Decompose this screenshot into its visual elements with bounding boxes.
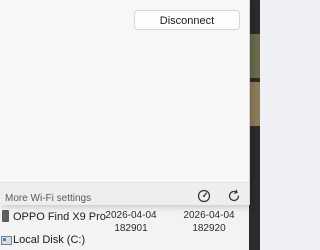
device-label: Local Disk (C:) [13, 234, 86, 246]
speedometer-icon[interactable] [196, 188, 212, 204]
date-text: 2026-04-04 [183, 210, 235, 221]
desktop-background [249, 0, 260, 250]
date-text: 2026-04-04 [105, 210, 157, 221]
device-row-oppo[interactable]: OPPO Find X9 Pro 2026-04-04 182901 2026-… [0, 208, 249, 234]
flyout-footer: More Wi-Fi settings [0, 183, 249, 205]
thumbnail-image [249, 82, 260, 126]
wifi-flyout: Disconnect More Wi-Fi settings [0, 0, 250, 205]
local-disk-icon [1, 236, 12, 245]
device-row-local-disk[interactable]: Local Disk (C:) [0, 231, 249, 249]
phone-device-icon [2, 210, 9, 222]
network-details-panel: Disconnect [0, 0, 249, 183]
refresh-icon[interactable] [226, 188, 242, 204]
disconnect-button[interactable]: Disconnect [134, 10, 240, 30]
device-label: OPPO Find X9 Pro [13, 211, 106, 223]
file-explorer-list: OPPO Find X9 Pro 2026-04-04 182901 2026-… [0, 205, 249, 250]
thumbnail-image [249, 34, 260, 78]
more-wifi-settings-link[interactable]: More Wi-Fi settings [5, 193, 91, 204]
